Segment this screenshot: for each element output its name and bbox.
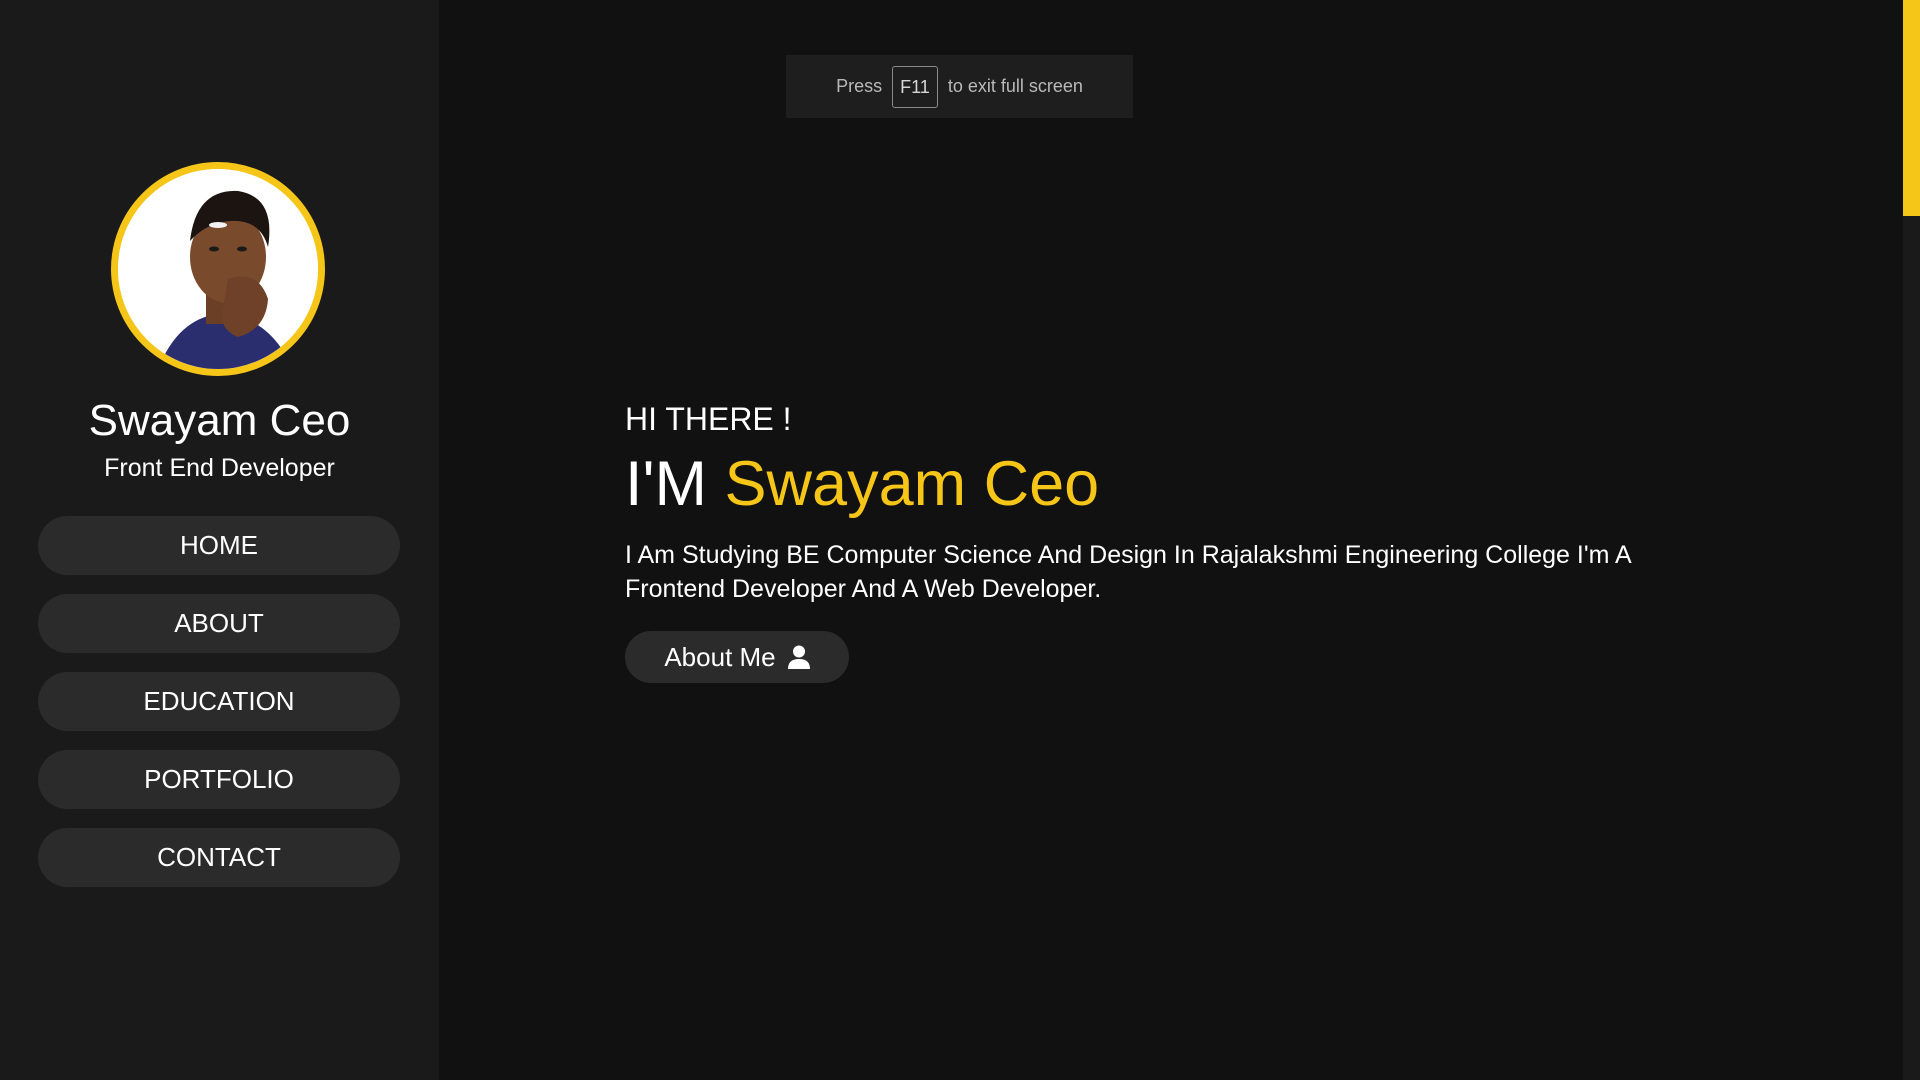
portfolio-page: Swayam Ceo Front End Developer HOME ABOU…: [0, 0, 1920, 1080]
headline-name: Swayam Ceo: [724, 449, 1100, 519]
fullscreen-notice: Press F11 to exit full screen: [786, 55, 1133, 118]
profile-photo-icon: [118, 169, 318, 369]
fullscreen-key: F11: [892, 65, 938, 108]
about-me-button[interactable]: About Me: [625, 631, 849, 683]
profile-avatar: [111, 162, 325, 376]
profile-name: Swayam Ceo: [88, 396, 351, 445]
profile-role: Front End Developer: [104, 454, 335, 482]
hero-headline: I'M Swayam Ceo: [625, 448, 1099, 520]
user-icon: [787, 645, 810, 669]
scrollbar-thumb[interactable]: [1903, 0, 1920, 216]
headline-prefix: I'M: [625, 449, 708, 519]
fullscreen-notice-after: to exit full screen: [947, 76, 1083, 96]
hero-greeting: HI THERE !: [625, 401, 792, 437]
sidebar-nav: HOME ABOUT EDUCATION PORTFOLIO CONTACT: [38, 516, 400, 906]
nav-item-education[interactable]: EDUCATION: [38, 672, 400, 731]
nav-item-about[interactable]: ABOUT: [38, 594, 400, 653]
nav-item-home[interactable]: HOME: [38, 516, 400, 575]
nav-item-contact[interactable]: CONTACT: [38, 828, 400, 887]
about-me-label: About Me: [664, 641, 776, 672]
sidebar: Swayam Ceo Front End Developer HOME ABOU…: [0, 0, 439, 1080]
nav-item-portfolio[interactable]: PORTFOLIO: [38, 750, 400, 809]
scrollbar-track[interactable]: [1903, 0, 1920, 1080]
hero-bio: I Am Studying BE Computer Science And De…: [625, 541, 1631, 603]
fullscreen-notice-before: Press: [836, 76, 883, 96]
